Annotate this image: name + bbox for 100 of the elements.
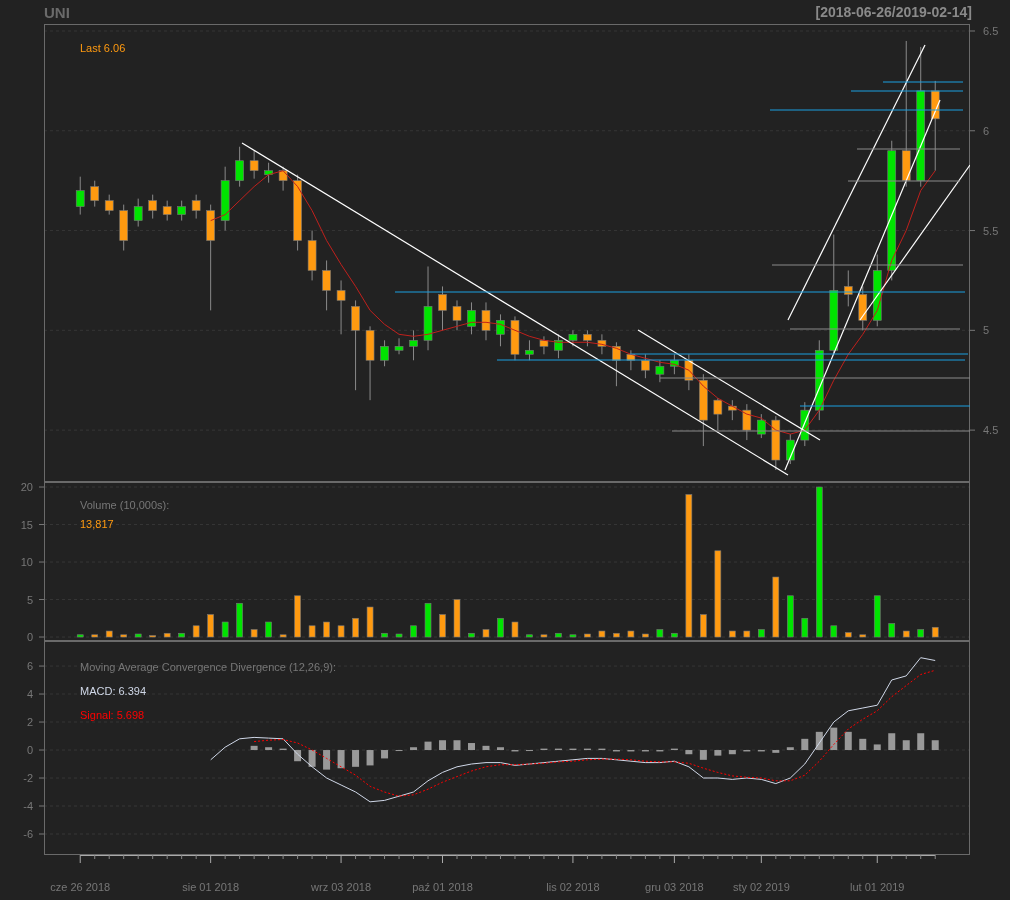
candlestick xyxy=(177,200,186,222)
histogram-bar xyxy=(685,750,693,755)
histogram-bar xyxy=(583,748,591,751)
candlestick xyxy=(322,260,331,311)
volume-bar xyxy=(120,634,127,638)
axis-label: 5 xyxy=(983,324,990,337)
candlestick xyxy=(568,329,578,347)
candlestick xyxy=(148,194,157,220)
candlestick xyxy=(670,353,679,375)
histogram-bar xyxy=(728,750,736,755)
histogram-bar xyxy=(859,738,867,751)
volume-value: 13,817 xyxy=(80,518,114,530)
candlestick xyxy=(249,150,259,180)
histogram-bar xyxy=(482,745,490,751)
histogram-bar xyxy=(699,750,707,760)
histogram-bar xyxy=(453,740,461,751)
histogram-bar xyxy=(352,750,360,767)
volume-bar xyxy=(859,634,867,638)
volume-bar xyxy=(366,606,374,638)
volume-bar xyxy=(468,633,475,638)
histogram-bar xyxy=(815,731,823,751)
candlestick xyxy=(452,299,462,331)
candlestick xyxy=(626,349,636,371)
volume-bar xyxy=(207,614,214,638)
histogram-bar xyxy=(279,748,287,751)
axis-label: 20 xyxy=(20,482,33,493)
volume-bar xyxy=(772,576,780,638)
histogram-bar xyxy=(873,744,881,751)
candlestick xyxy=(583,329,592,347)
candlestick xyxy=(481,301,491,341)
axis-label: 4.5 xyxy=(983,424,999,437)
volume-bar xyxy=(265,621,272,638)
candlestick xyxy=(539,335,549,355)
candlestick xyxy=(843,269,853,307)
axis-label: paź 01 2018 xyxy=(412,881,473,893)
volume-bar xyxy=(134,633,142,638)
volume-bar xyxy=(482,629,490,638)
candlestick xyxy=(235,146,244,188)
volume-bar xyxy=(801,618,809,638)
candlestick xyxy=(728,399,737,421)
volume-bar xyxy=(497,618,504,638)
axis-label: wrz 03 2018 xyxy=(311,881,372,893)
volume-bar xyxy=(192,625,200,638)
volume-bar xyxy=(395,633,403,638)
histogram-bar xyxy=(786,747,794,751)
legend-title: Moving Average Convergence Divergence (12,26,9): xyxy=(80,661,336,673)
candlestick xyxy=(525,339,534,361)
date-range: [2018-06-26/2019-02-14] xyxy=(815,4,972,20)
candlestick xyxy=(104,194,114,216)
volume-bar xyxy=(91,634,98,638)
volume-bar xyxy=(555,633,562,638)
axis-label: 10 xyxy=(20,556,33,569)
candlestick xyxy=(438,285,447,331)
candlestick xyxy=(220,166,230,232)
histogram-bar xyxy=(714,750,722,756)
volume-bar xyxy=(787,595,794,638)
candlestick xyxy=(496,313,505,347)
histogram-bar xyxy=(468,743,475,751)
volume-bar xyxy=(844,632,852,638)
candlestick xyxy=(800,401,810,447)
volume-bar xyxy=(931,627,939,638)
histogram-bar xyxy=(598,748,606,751)
volume-bar xyxy=(511,621,519,638)
candlestick xyxy=(119,204,128,251)
chart-title: UNI xyxy=(44,3,70,21)
candlestick xyxy=(597,333,607,355)
volume-bar xyxy=(410,625,417,638)
candlestick xyxy=(162,200,172,222)
axis-label: -4 xyxy=(23,800,33,812)
axis-label: 6.5 xyxy=(983,25,999,37)
axis-label: lis 02 2018 xyxy=(546,881,600,893)
volume-bar xyxy=(569,634,577,638)
candlestick xyxy=(684,353,694,391)
histogram-bar xyxy=(902,740,910,751)
volume-bar xyxy=(439,614,446,638)
volume-bar xyxy=(149,635,156,638)
histogram-bar xyxy=(554,748,562,751)
candlestick xyxy=(742,403,752,441)
axis-label: gru 03 2018 xyxy=(645,881,704,893)
volume-bar xyxy=(526,634,533,638)
volume-bar xyxy=(221,621,229,638)
candlestick xyxy=(278,166,288,192)
volume-bar xyxy=(729,630,736,638)
axis-label: 5.5 xyxy=(983,224,999,237)
volume-bar xyxy=(250,629,258,638)
volume-bar xyxy=(613,633,620,638)
candlestick xyxy=(264,162,273,184)
histogram-bar xyxy=(670,748,678,751)
candlestick xyxy=(771,415,781,471)
histogram-bar xyxy=(381,750,389,759)
volume-bar xyxy=(163,633,171,638)
axis-label: -6 xyxy=(23,828,33,840)
volume-bar xyxy=(178,633,185,638)
histogram-bar xyxy=(497,747,504,751)
histogram-bar xyxy=(931,740,939,751)
volume-bar xyxy=(76,634,84,638)
axis-label: 0 xyxy=(26,631,33,641)
volume-bar xyxy=(294,595,301,638)
candlestick xyxy=(307,230,317,281)
axis-label: 2 xyxy=(26,716,33,729)
